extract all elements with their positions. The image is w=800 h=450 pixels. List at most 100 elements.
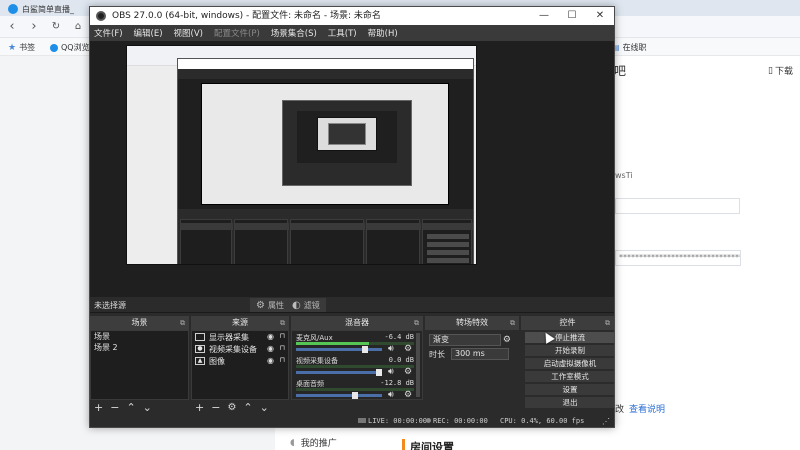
eye-icon[interactable]: ◉ [267,344,274,353]
speaker-icon[interactable]: 🔊︎ [388,390,394,399]
eye-icon[interactable]: ◉ [267,356,274,365]
preview-obs-window [177,58,474,264]
window-controls: — ☐ ✕ [530,7,614,25]
source-item-display-capture[interactable]: 显示器采集 ◉ ⊓ [192,331,288,343]
sources-list[interactable]: 显示器采集 ◉ ⊓ ● 视频采集设备 ◉ ⊓ ▲ 图像 ◉ ⊓ [191,330,289,400]
gear-icon[interactable]: ⚙ [227,402,236,413]
float-dock-icon[interactable]: ⧉ [510,316,515,330]
stop-streaming-button[interactable]: 停止推流 [525,332,614,343]
forward-arrow-icon[interactable]: › [26,19,42,35]
back-arrow-icon[interactable]: ‹ [4,19,20,35]
audio-meter [296,342,414,345]
chevron-down-icon[interactable]: ⌄ [143,401,152,414]
preview-capture [126,45,477,265]
duration-input[interactable]: 300 ms [451,348,509,360]
preview-nested-capture-2 [317,117,377,151]
bookmark-item[interactable]: ★ 书签 [8,42,35,53]
bookmark-item[interactable]: ▤ 在线职 [612,42,647,53]
bookmark-item[interactable]: QQ浏览 [50,42,90,53]
mixer-scrollbar[interactable] [416,333,420,397]
browser-tab[interactable]: 白鲨简单直播_ [8,2,74,16]
menu-tools[interactable]: 工具(T) [328,27,357,39]
audio-meter-fill [296,342,370,345]
chevron-up-icon[interactable]: ⌃ [126,401,135,414]
preview-dock-header [423,223,473,230]
float-dock-icon[interactable]: ⧉ [414,316,419,330]
eye-icon[interactable]: ◉ [267,332,274,341]
preview-control-button [427,258,469,263]
live-status: LIVE: 00:00:00 [358,417,427,425]
close-icon[interactable]: ✕ [586,7,614,25]
camera-icon: ● [195,345,205,353]
remove-icon[interactable]: − [110,401,119,414]
download-link[interactable]: ▯ 下载 [768,64,793,78]
transition-type-select[interactable]: 渐变 [429,334,501,346]
maximize-icon[interactable]: ☐ [558,7,586,25]
source-item-image[interactable]: ▲ 图像 ◉ ⊓ [192,355,288,367]
source-toolbar: 未选择源 ⚙ 属性 ◐ 滤镜 [90,297,614,313]
menu-view[interactable]: 视图(V) [174,27,203,39]
chevron-down-icon[interactable]: ⌄ [260,401,269,414]
resize-grip-icon[interactable]: ⋰ [602,417,610,426]
transition-type-row: 渐变 ⚙ [429,334,515,346]
audio-meter [296,388,414,391]
qq-browser-logo-icon [8,4,18,14]
volume-slider[interactable] [296,394,382,397]
add-icon[interactable]: + [195,401,204,414]
remove-icon[interactable]: − [211,401,220,414]
help-link[interactable]: 查看说明 [629,402,665,415]
float-dock-icon[interactable]: ⧉ [605,316,610,330]
properties-button[interactable]: ⚙ 属性 [250,298,290,312]
menu-file[interactable]: 文件(F) [94,27,123,39]
menu-profile[interactable]: 配置文件(P) [214,27,260,39]
scenes-list[interactable]: 场景 场景 2 [90,330,189,400]
preview-area[interactable] [90,41,614,297]
scene-item[interactable]: 场景 2 [91,342,188,353]
start-virtual-camera-button[interactable]: 启动虚拟摄像机 [525,358,614,369]
unlock-icon[interactable]: ⊓ [280,332,285,340]
stream-key-input[interactable]: ************************************&wsT… [615,250,741,266]
refresh-icon[interactable]: ↻ [48,19,64,35]
add-icon[interactable]: + [94,401,103,414]
volume-slider-handle[interactable] [361,346,368,353]
exit-button[interactable]: 退出 [525,397,614,408]
sidebar-item-promotion[interactable]: ◖ 我的推广 [290,436,337,450]
start-recording-button[interactable]: 开始录制 [525,345,614,356]
preview-dock-header [181,223,233,230]
home-icon[interactable]: ⌂ [70,19,86,35]
live-icon [358,418,366,423]
unlock-icon[interactable]: ⊓ [280,356,285,364]
controls-dock-header: 控件 ⧉ [521,316,614,330]
volume-slider[interactable] [296,348,382,351]
gear-icon[interactable]: ⚙ [404,367,412,377]
settings-button[interactable]: 设置 [525,384,614,395]
speaker-icon[interactable]: 🔊︎ [388,344,394,354]
menu-help[interactable]: 帮助(H) [368,27,398,39]
preview-dock [180,219,233,264]
speaker-icon[interactable]: 🔊︎ [388,367,394,377]
page-input[interactable] [615,198,740,214]
mixer-channel-db: 0.0 dB [388,356,414,364]
float-dock-icon[interactable]: ⧉ [180,316,185,330]
menu-scene-collection[interactable]: 场景集合(S) [271,27,317,39]
volume-slider-handle[interactable] [352,392,358,399]
scenes-footer: + − ⌃ ⌄ [90,400,189,414]
chevron-up-icon[interactable]: ⌃ [243,401,252,414]
volume-slider-handle[interactable] [376,369,382,376]
menu-edit[interactable]: 编辑(E) [134,27,163,39]
scenes-dock-header: 场景 ⧉ [90,316,189,330]
minimize-icon[interactable]: — [530,7,558,25]
gear-icon[interactable]: ⚙ [503,335,511,345]
scene-item[interactable]: 场景 [91,331,188,342]
gear-icon[interactable]: ⚙ [404,390,412,399]
studio-mode-button[interactable]: 工作室模式 [525,371,614,382]
filters-button[interactable]: ◐ 滤镜 [286,298,326,312]
float-dock-icon[interactable]: ⧉ [280,316,285,330]
token-fragment: wsTi [615,171,633,180]
gear-icon[interactable]: ⚙ [404,344,412,354]
unlock-icon[interactable]: ⊓ [280,344,285,352]
sources-footer: + − ⚙ ⌃ ⌄ [191,400,289,414]
volume-slider[interactable] [296,371,382,374]
audio-meter [296,365,414,368]
source-item-video-capture[interactable]: ● 视频采集设备 ◉ ⊓ [192,343,288,355]
